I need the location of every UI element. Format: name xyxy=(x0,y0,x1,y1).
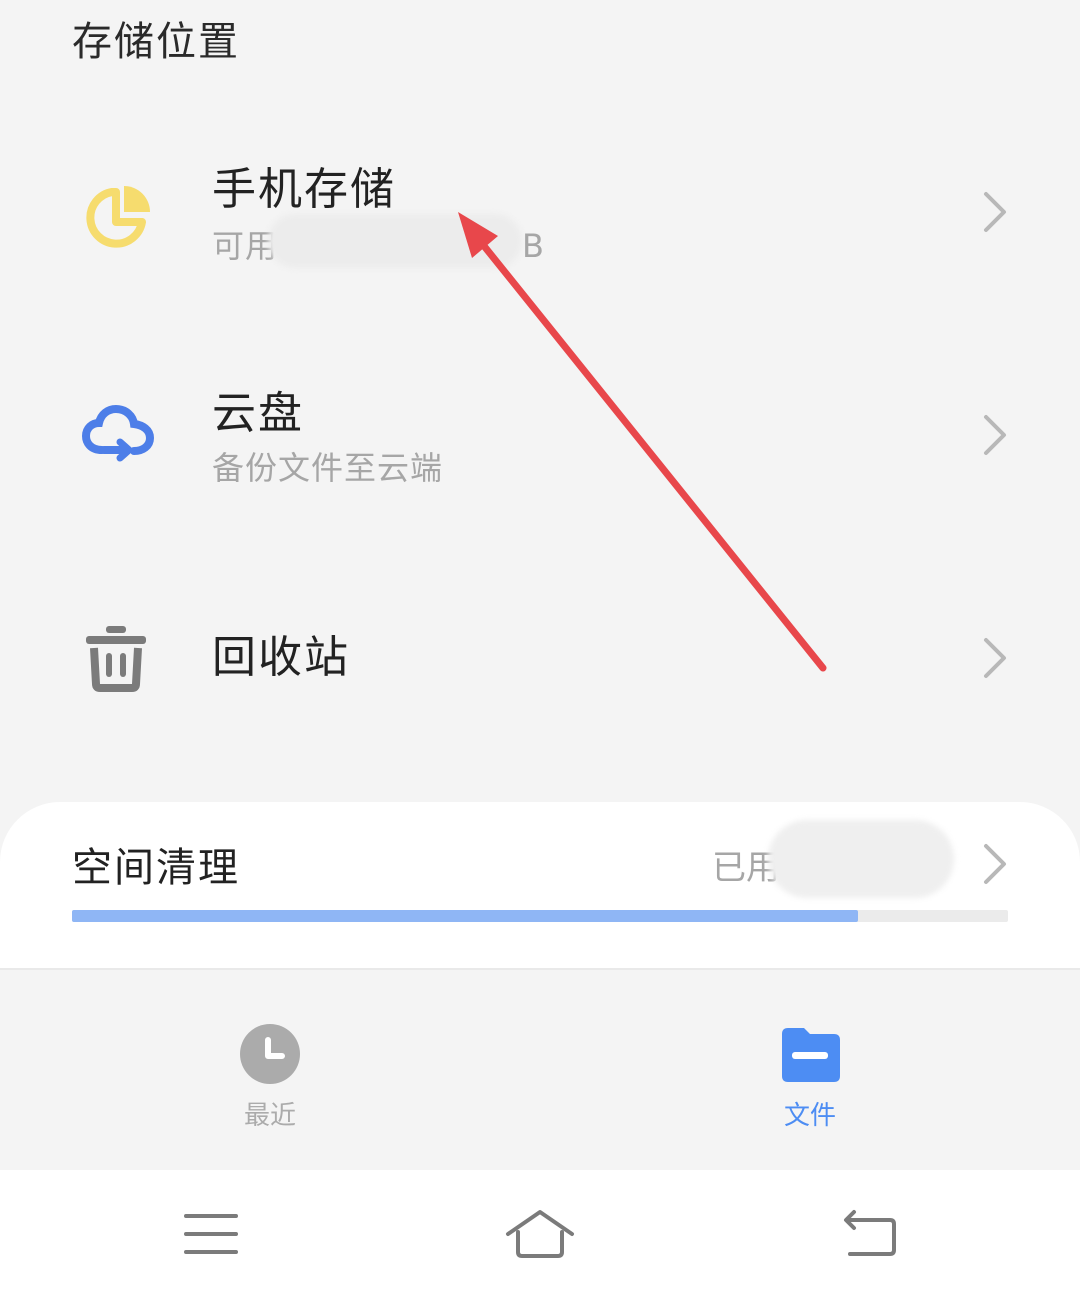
recycle-bin-item[interactable]: 回收站 xyxy=(0,570,1080,750)
chevron-right-icon xyxy=(978,634,1010,682)
redacted-used-value xyxy=(768,820,954,898)
folder-icon xyxy=(778,1022,842,1086)
redacted-storage-value xyxy=(268,214,522,268)
back-icon[interactable] xyxy=(830,1200,910,1270)
cloud-drive-subtitle: 备份文件至云端 xyxy=(212,449,444,487)
cloud-drive-label: 云盘 xyxy=(212,388,304,439)
menu-icon[interactable] xyxy=(170,1200,250,1270)
storage-usage-bar xyxy=(72,910,1008,922)
page-title: 存储位置 xyxy=(72,19,240,65)
tab-recent[interactable]: 最近 xyxy=(170,970,370,1170)
space-cleanup-card[interactable]: 空间清理 已用 xyxy=(0,802,1080,970)
phone-storage-item[interactable]: 手机存储 可用 B xyxy=(0,122,1080,302)
space-cleanup-label: 空间清理 xyxy=(72,845,240,891)
tab-recent-label: 最近 xyxy=(243,1101,296,1131)
bottom-tab-bar: 最近 文件 xyxy=(0,970,1080,1170)
cloud-sync-icon xyxy=(80,398,156,474)
pie-chart-icon xyxy=(80,178,156,254)
trash-icon xyxy=(80,622,156,698)
phone-storage-label: 手机存储 xyxy=(212,164,396,215)
recycle-bin-label: 回收站 xyxy=(212,632,350,683)
phone-storage-available-suffix: B xyxy=(522,227,545,265)
chevron-right-icon xyxy=(978,188,1010,236)
tab-files[interactable]: 文件 xyxy=(710,970,910,1170)
chevron-right-icon xyxy=(978,411,1010,459)
cloud-drive-item[interactable]: 云盘 备份文件至云端 xyxy=(0,346,1080,526)
system-nav-bar xyxy=(0,1170,1080,1296)
chevron-right-icon xyxy=(978,840,1010,888)
clock-icon xyxy=(238,1022,302,1086)
tab-files-label: 文件 xyxy=(783,1101,836,1131)
home-icon[interactable] xyxy=(500,1200,580,1270)
storage-usage-fill xyxy=(72,910,859,922)
